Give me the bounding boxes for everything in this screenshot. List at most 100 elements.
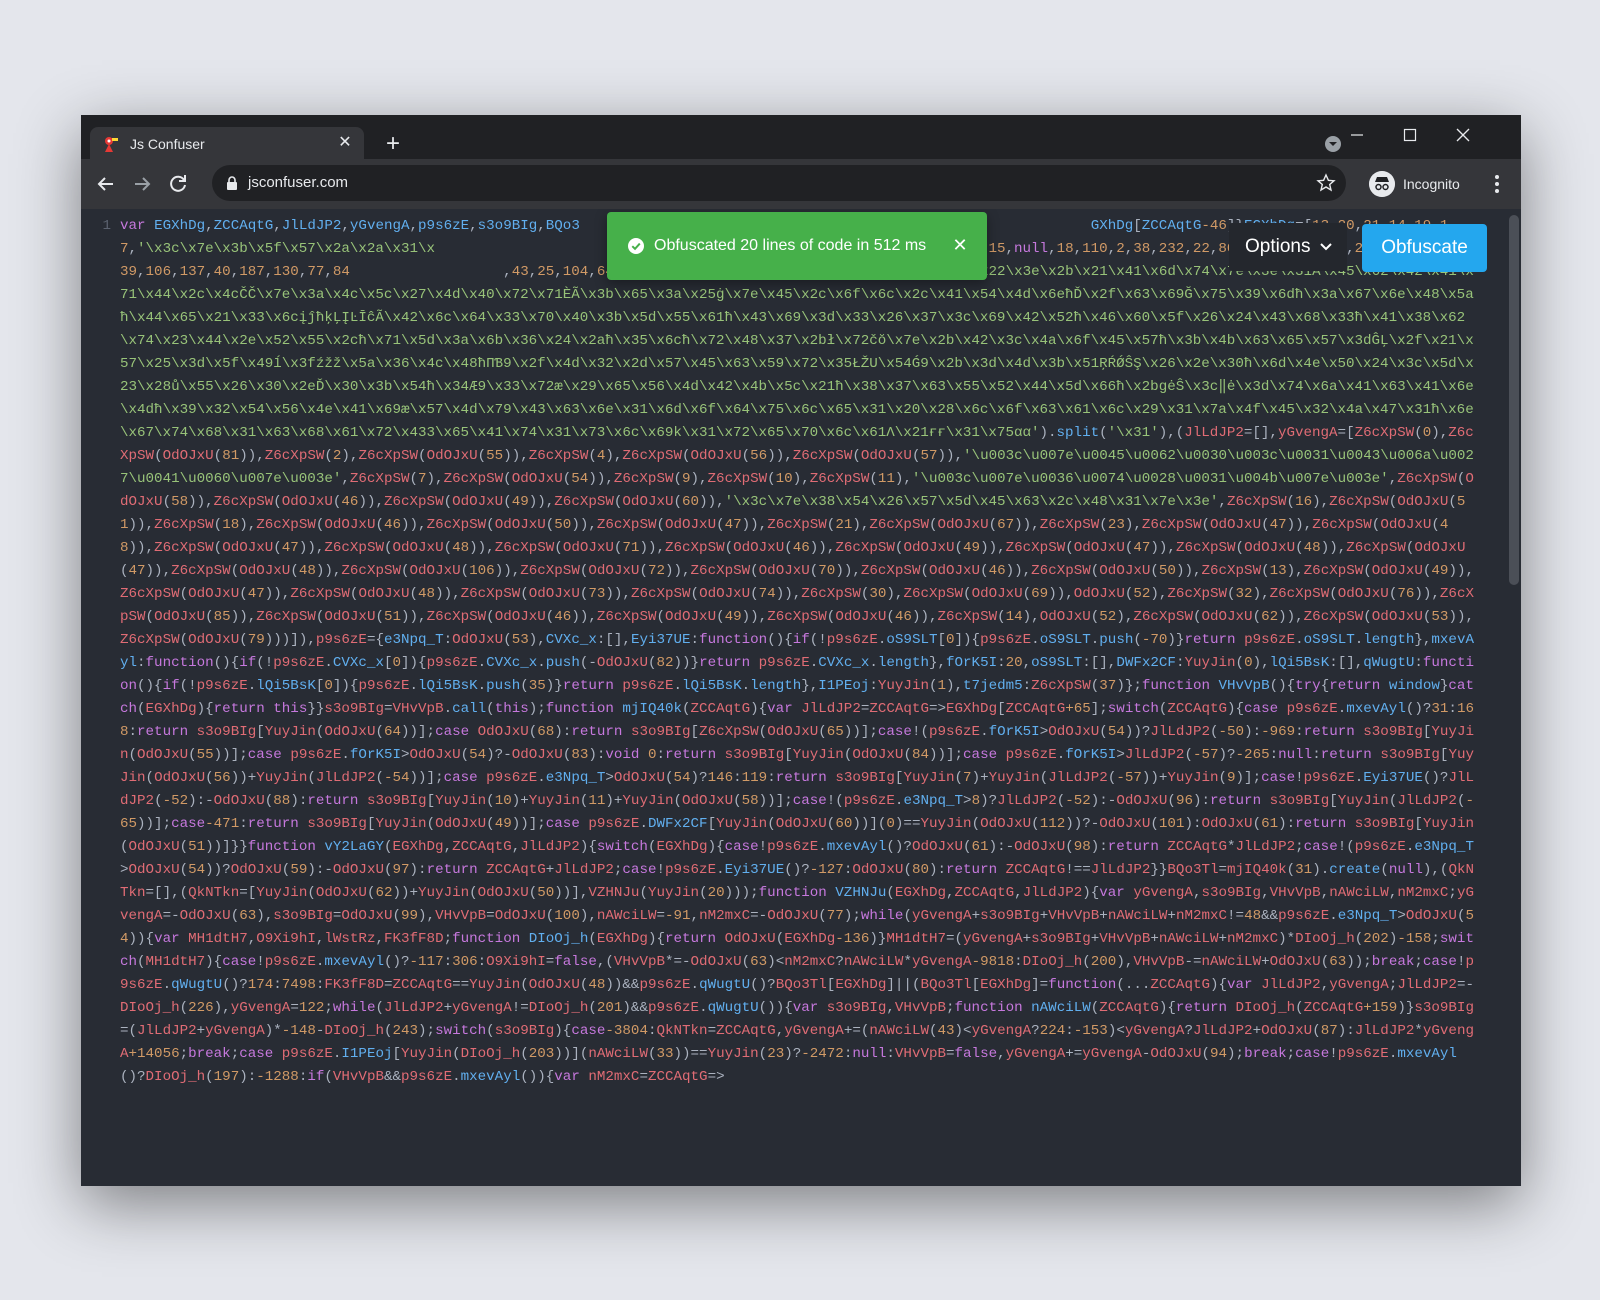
code-token: + xyxy=(1022,931,1032,947)
code-token: EGXhDg xyxy=(946,701,998,717)
code-token: ( xyxy=(452,1046,461,1062)
code-token: this xyxy=(494,701,529,717)
new-tab-button[interactable]: + xyxy=(380,131,406,157)
code-token: length xyxy=(1363,632,1415,648)
code-token: + xyxy=(443,1000,453,1016)
code-token: )), xyxy=(469,540,495,556)
code-token: OdOJxU xyxy=(682,793,734,809)
code-token: OdOJxU xyxy=(1201,816,1253,832)
tab-close-icon[interactable]: ✕ xyxy=(334,132,356,154)
code-token: ( xyxy=(409,471,419,487)
code-token: ZCCAqtG xyxy=(392,977,453,993)
code-token: 16 xyxy=(1295,494,1313,510)
chevron-down-icon xyxy=(1320,243,1332,251)
code-token: 101 xyxy=(1158,816,1185,832)
incognito-label: Incognito xyxy=(1403,176,1460,192)
code-editor[interactable]: var EGXhDg,ZCCAqtG,JlLdJP2,yGvengA,p9s6z… xyxy=(120,215,1475,1089)
obfuscate-button[interactable]: Obfuscate xyxy=(1362,224,1487,272)
code-token: -9818 xyxy=(971,954,1015,970)
code-token: ( xyxy=(741,448,751,464)
code-token: Z6cXpSW xyxy=(154,517,214,533)
code-token: OdOJxU xyxy=(1073,586,1125,602)
editor-scrollbar[interactable] xyxy=(1509,215,1519,585)
code-token: 71 xyxy=(622,540,640,556)
code-token: ))+ xyxy=(230,770,257,786)
code-token: Z6cXpSW xyxy=(767,609,827,625)
code-token: 104 xyxy=(562,264,589,280)
code-token: ZCCAqtG xyxy=(690,701,751,717)
code-token: case xyxy=(443,770,487,786)
code-token: )), xyxy=(401,517,427,533)
code-token: ; xyxy=(946,1000,955,1016)
code-token: 243 xyxy=(392,1023,419,1039)
code-token: function xyxy=(145,655,214,671)
code-token: p9s6zE xyxy=(1244,632,1296,648)
code-token: ( xyxy=(784,540,793,556)
code-token: null xyxy=(852,1046,887,1062)
code-token: . xyxy=(716,862,725,878)
code-token: ( xyxy=(409,586,419,602)
code-token: 137 xyxy=(179,264,206,280)
options-button[interactable]: Options xyxy=(1229,223,1347,271)
code-token: + xyxy=(1150,931,1159,947)
code-token: return xyxy=(1210,793,1270,809)
code-token: )), xyxy=(315,563,342,579)
code-token: ){ xyxy=(554,1023,572,1039)
code-token: lQi5BsK xyxy=(256,678,316,694)
code-token: [ xyxy=(383,655,393,671)
code-token: OdOJxU xyxy=(230,862,282,878)
forward-arrow-icon[interactable] xyxy=(129,171,155,197)
code-token: 63 xyxy=(1329,954,1347,970)
reload-icon[interactable] xyxy=(165,171,191,197)
back-arrow-icon[interactable] xyxy=(93,171,119,197)
code-token: ( xyxy=(375,770,384,786)
code-token: OdOJxU xyxy=(1150,1046,1202,1062)
code-token: 18 xyxy=(222,517,240,533)
code-token: =- xyxy=(1456,977,1474,993)
code-token: ), xyxy=(605,448,623,464)
code-token: ]; xyxy=(1090,701,1108,717)
bookmark-star-icon[interactable] xyxy=(1316,173,1336,193)
code-token: )< xyxy=(954,1023,972,1039)
code-token: VHvVpB xyxy=(1269,885,1321,901)
code-token: ZCCAqtG xyxy=(1150,977,1210,993)
minimize-icon[interactable] xyxy=(1334,121,1380,149)
code-token: OdOJxU xyxy=(775,816,827,832)
code-token: [ xyxy=(997,701,1006,717)
code-token: )), xyxy=(188,494,214,510)
incognito-profile-button[interactable]: Incognito xyxy=(1363,167,1481,201)
address-bar[interactable]: jsconfuser.com xyxy=(212,165,1346,201)
code-token: ( xyxy=(682,701,691,717)
code-token: , xyxy=(1320,885,1330,901)
code-token: 40 xyxy=(213,264,231,280)
line-number-gutter: 1 xyxy=(81,209,117,1186)
code-token: : xyxy=(128,724,138,740)
code-token: 200 xyxy=(1090,954,1117,970)
code-token: ()? xyxy=(1405,701,1432,717)
code-token: =( xyxy=(946,931,964,947)
code-token: 69 xyxy=(1031,586,1049,602)
close-window-icon[interactable] xyxy=(1440,121,1486,149)
code-token: 54 xyxy=(1107,724,1125,740)
code-token: ))]; xyxy=(511,816,546,832)
browser-menu-icon[interactable] xyxy=(1485,171,1509,197)
code-token: 47 xyxy=(247,586,265,602)
code-token: , xyxy=(886,1000,895,1016)
code-token: )), xyxy=(1448,609,1474,625)
tab-js-confuser[interactable]: Js Confuser ✕ xyxy=(90,127,364,160)
code-token: ( xyxy=(920,563,929,579)
code-token: ( xyxy=(673,494,683,510)
code-token: OdOJxU xyxy=(128,839,180,855)
code-token: ( xyxy=(1261,517,1270,533)
toast-close-icon[interactable]: ✕ xyxy=(951,236,969,254)
code-token: (! xyxy=(809,632,827,648)
code-token: s3o9BIg xyxy=(307,816,367,832)
code-token: -153 xyxy=(1073,1023,1108,1039)
code-token: 37 xyxy=(1099,678,1117,694)
code-token: OdOJxU xyxy=(1073,540,1125,556)
code-token: (! xyxy=(179,678,197,694)
code-token: ( xyxy=(1363,609,1372,625)
code-token: Z6cXpSW xyxy=(426,517,487,533)
maximize-icon[interactable] xyxy=(1387,121,1433,149)
code-token: ){ xyxy=(750,701,768,717)
